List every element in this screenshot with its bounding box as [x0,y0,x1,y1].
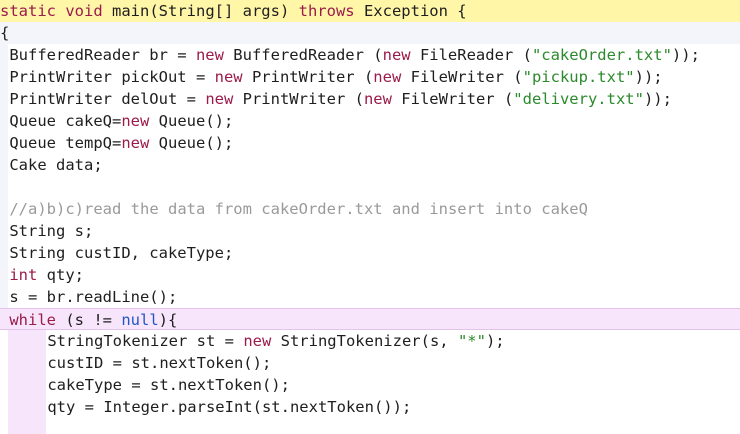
code-line-13[interactable]: int qty; [0,264,740,286]
code-line-6[interactable]: Queue cakeQ=new Queue(); [0,110,740,132]
code-line-19[interactable]: qty = Integer.parseInt(st.nextToken()); [0,396,740,418]
code-line-5[interactable]: PrintWriter delOut = new PrintWriter (ne… [0,88,740,110]
code-line-1[interactable]: static void main(String[] args) throws E… [0,0,740,22]
code-line-8[interactable]: Cake data; [0,154,740,176]
code-line-3[interactable]: BufferedReader br = new BufferedReader (… [0,44,740,66]
code-editor[interactable]: static void main(String[] args) throws E… [0,0,740,434]
code-line-12[interactable]: String custID, cakeType; [0,242,740,264]
code-line-2[interactable]: { [0,22,740,44]
code-line-14[interactable]: s = br.readLine(); [0,286,740,308]
code-line-18[interactable]: cakeType = st.nextToken(); [0,374,740,396]
code-line-11[interactable]: String s; [0,220,740,242]
code-line-9[interactable] [0,176,740,198]
code-line-16[interactable]: StringTokenizer st = new StringTokenizer… [0,330,740,352]
code-line-15[interactable]: while (s != null){ [0,308,740,330]
code-line-7[interactable]: Queue tempQ=new Queue(); [0,132,740,154]
code-line-4[interactable]: PrintWriter pickOut = new PrintWriter (n… [0,66,740,88]
code-line-17[interactable]: custID = st.nextToken(); [0,352,740,374]
code-line-10[interactable]: //a)b)c)read the data from cakeOrder.txt… [0,198,740,220]
